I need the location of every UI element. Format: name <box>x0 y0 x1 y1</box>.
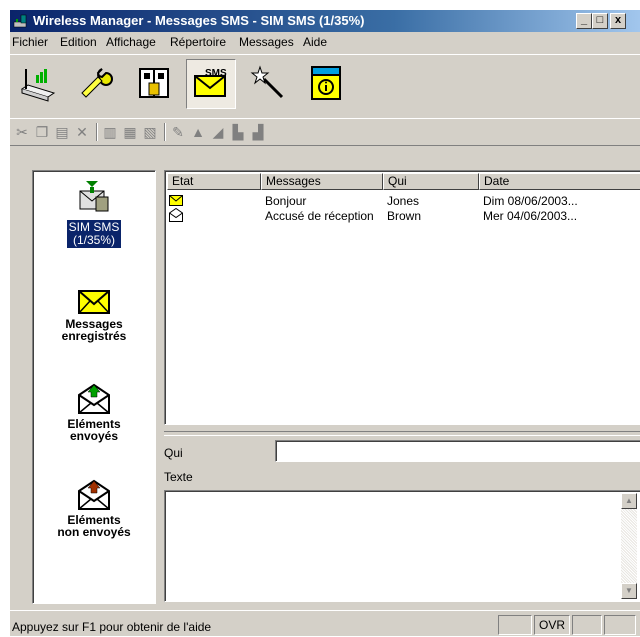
sent-envelope-icon <box>78 383 110 414</box>
row-who: Brown <box>387 209 422 223</box>
sim-card-envelope-icon <box>79 181 109 212</box>
status-bar: Appuyez sur F1 pour obtenir de l'aide OV… <box>10 610 640 637</box>
wrench-icon <box>81 68 113 98</box>
maximize-button[interactable]: □ <box>592 13 608 29</box>
menu-affichage[interactable]: Affichage <box>106 35 156 49</box>
unsent-envelope-icon <box>78 479 110 510</box>
menu-fichier[interactable]: Fichier <box>12 35 48 49</box>
column-header-messages[interactable]: Messages <box>261 173 383 190</box>
sidebar-item-label: Eléments non envoyés <box>57 513 131 539</box>
status-panel <box>498 615 532 635</box>
application-window: Wireless Manager - Messages SMS - SIM SM… <box>10 10 640 636</box>
sidebar-item-sent[interactable]: Eléments envoyés <box>33 381 155 442</box>
move-icon[interactable]: ▟ <box>250 124 266 140</box>
status-ovr: OVR <box>534 615 570 635</box>
forward-icon[interactable]: ▙ <box>230 124 246 140</box>
main-toolbar: SMS <box>10 54 640 117</box>
phonebook-icon <box>139 68 169 98</box>
sidebar-item-label: Messages enregistrés <box>61 317 127 343</box>
row-message: Accusé de réception <box>265 209 374 223</box>
minimize-button[interactable]: _ <box>576 13 592 29</box>
scroll-down-arrow-icon[interactable]: ▼ <box>621 583 637 599</box>
send-icon[interactable]: ▲ <box>190 124 206 140</box>
row-date: Mer 04/06/2003... <box>483 209 578 223</box>
column-header-etat[interactable]: Etat <box>167 173 261 190</box>
row-message: Bonjour <box>265 194 307 208</box>
menu-messages[interactable]: Messages <box>239 35 294 49</box>
info-icon <box>311 66 341 100</box>
book-icon[interactable]: ▥ <box>102 124 118 140</box>
qui-label: Qui <box>164 446 183 460</box>
phonebook-button[interactable] <box>130 59 178 107</box>
status-panel <box>572 615 602 635</box>
table-row[interactable]: Bonjour Jones Dim 08/06/2003... <box>167 193 640 209</box>
menu-aide[interactable]: Aide <box>303 35 327 49</box>
edit-toolbar: ✂ ❐ ▤ ✕ ▥ ▦ ▧ ✎ ▲ ◢ ▙ ▟ <box>10 118 640 146</box>
sms-button[interactable]: SMS <box>186 59 236 109</box>
envelope-new-icon <box>169 195 183 209</box>
settings-button[interactable] <box>70 59 118 107</box>
phonebook-copy-icon[interactable]: ▦ <box>122 124 138 140</box>
scroll-up-arrow-icon[interactable]: ▲ <box>621 493 637 509</box>
status-help-text: Appuyez sur F1 pour obtenir de l'aide <box>12 620 212 634</box>
close-button[interactable]: x <box>610 13 626 29</box>
status-panel <box>604 615 636 635</box>
splitter[interactable] <box>164 431 640 436</box>
sidebar-item-label: SIM SMS (1/35%) <box>66 220 122 248</box>
envelope-read-icon <box>169 207 183 225</box>
message-list[interactable]: Etat Messages Qui Date Bonjour Jones Dim… <box>164 170 640 425</box>
toolbar-separator <box>96 123 98 141</box>
phonebook-move-icon[interactable]: ▧ <box>142 124 158 140</box>
phone-connection-icon <box>20 69 56 102</box>
column-header-date[interactable]: Date <box>479 173 640 190</box>
delete-icon[interactable]: ✕ <box>74 124 90 140</box>
magic-wand-icon <box>250 65 284 99</box>
cut-icon[interactable]: ✂ <box>14 124 30 140</box>
window-title: Wireless Manager - Messages SMS - SIM SM… <box>33 13 365 28</box>
sidebar-item-label: Eléments envoyés <box>67 417 121 443</box>
vertical-scrollbar[interactable]: ▲ ▼ <box>621 493 637 599</box>
folder-sidebar: SIM SMS (1/35%) Messages enregistrés Eléme… <box>32 170 156 604</box>
toolbar-separator <box>164 123 166 141</box>
texte-field[interactable]: ▲ ▼ <box>164 490 640 602</box>
sidebar-item-sim-sms[interactable]: SIM SMS (1/35%) <box>33 179 155 248</box>
wizard-button[interactable] <box>244 59 292 107</box>
envelope-icon <box>78 290 110 314</box>
sidebar-item-unsent[interactable]: Eléments non envoyés <box>33 477 155 538</box>
copy-icon[interactable]: ❐ <box>34 124 50 140</box>
column-header-qui[interactable]: Qui <box>383 173 479 190</box>
menu-repertoire[interactable]: Répertoire <box>170 35 226 49</box>
paste-icon[interactable]: ▤ <box>54 124 70 140</box>
sms-envelope-icon: SMS <box>194 68 227 97</box>
texte-label: Texte <box>164 470 193 484</box>
new-message-icon[interactable]: ✎ <box>170 124 186 140</box>
row-who: Jones <box>387 194 420 208</box>
app-phone-icon <box>13 14 27 28</box>
table-row[interactable]: Accusé de réception Brown Mer 04/06/2003… <box>167 207 640 225</box>
qui-field[interactable] <box>275 440 640 462</box>
phone-connection-button[interactable] <box>14 59 62 107</box>
row-date: Dim 08/06/2003... <box>483 194 578 208</box>
title-bar[interactable]: Wireless Manager - Messages SMS - SIM SM… <box>10 10 640 32</box>
sidebar-item-saved-messages[interactable]: Messages enregistrés <box>33 287 155 342</box>
menu-edition[interactable]: Edition <box>60 35 97 49</box>
info-button[interactable] <box>302 59 350 107</box>
menu-bar: Fichier Edition Affichage Répertoire Mes… <box>10 32 640 52</box>
sms-text-label: SMS <box>205 68 227 79</box>
reply-icon[interactable]: ◢ <box>210 124 226 140</box>
